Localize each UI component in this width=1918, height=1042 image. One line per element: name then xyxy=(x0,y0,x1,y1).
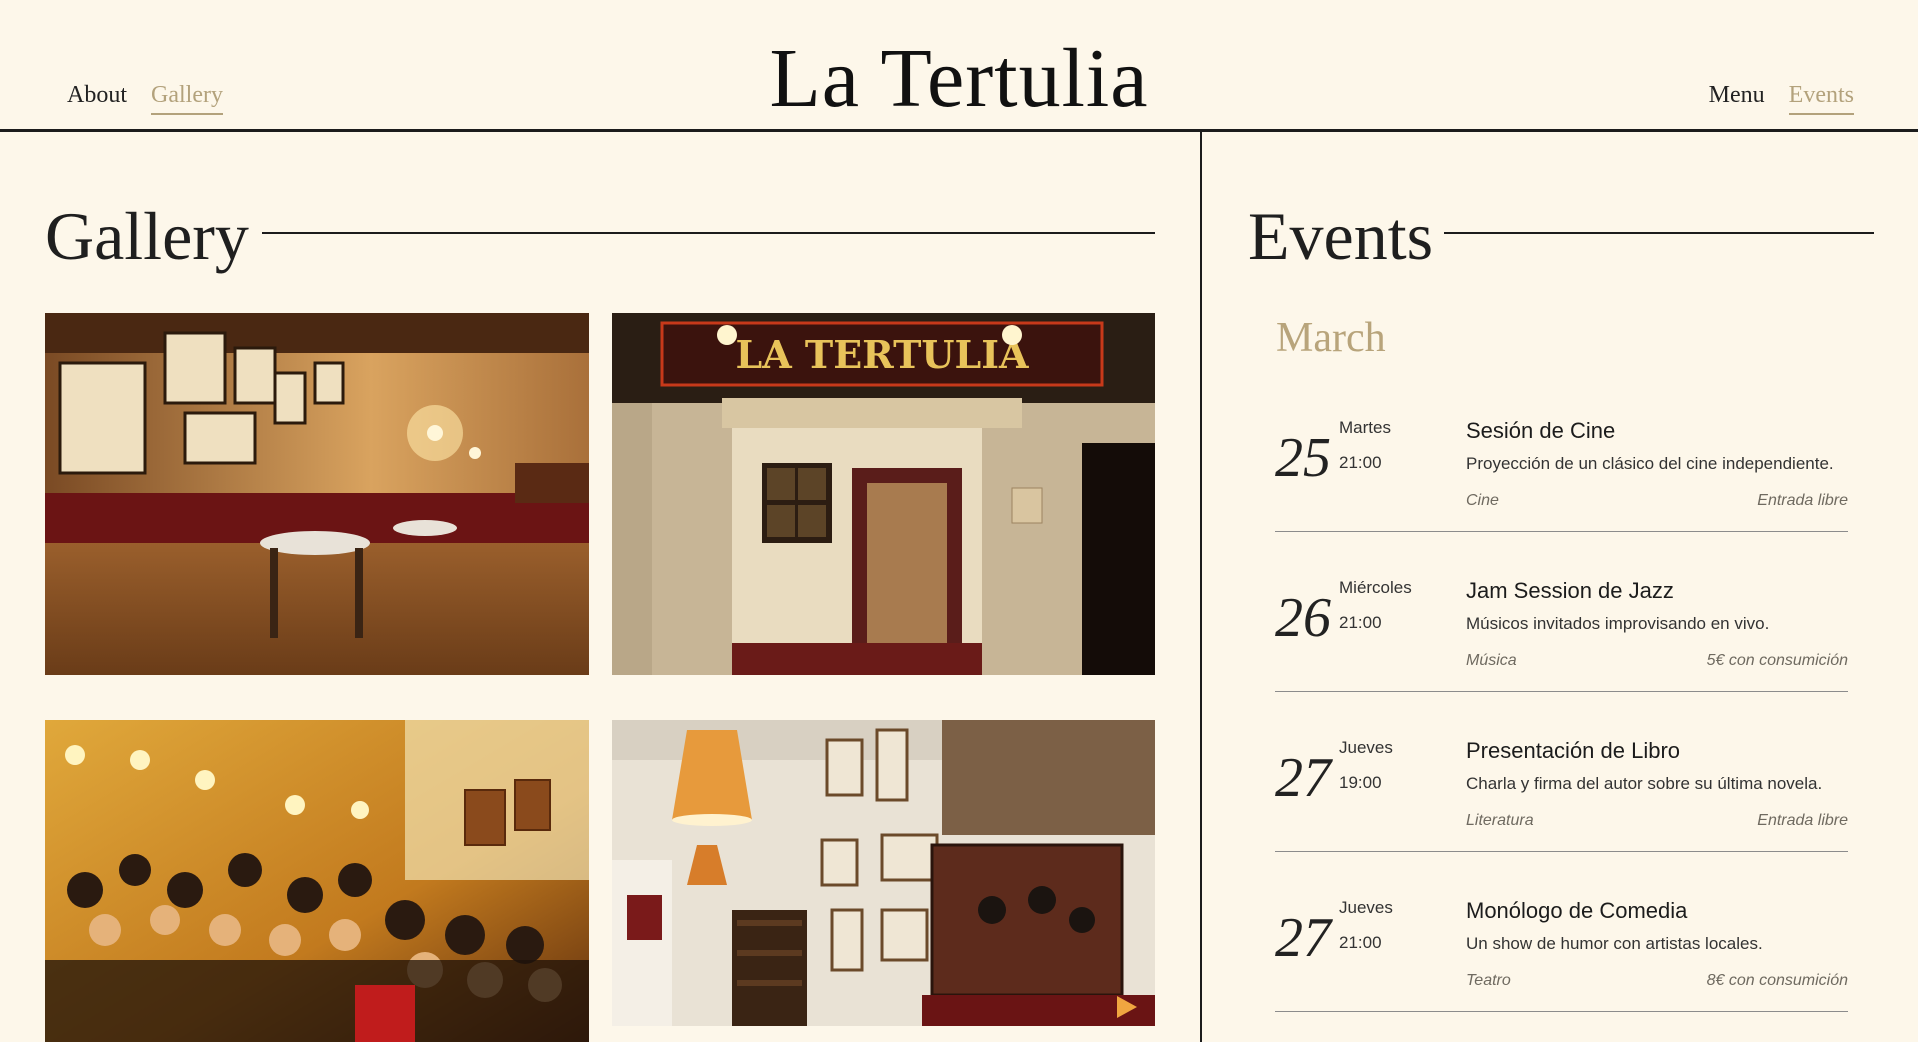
event-description: Proyección de un clásico del cine indepe… xyxy=(1466,454,1834,473)
events-title: Events xyxy=(1248,198,1434,274)
event-time: 21:00 xyxy=(1339,453,1382,472)
event-name: Sesión de Cine xyxy=(1466,418,1616,443)
event-item[interactable]: 27 Jueves 19:00 Presentación de Libro Ch… xyxy=(1275,728,1848,888)
event-category: Cine xyxy=(1466,492,1499,509)
event-price: 5€ con consumición xyxy=(1706,652,1848,669)
event-time: 21:00 xyxy=(1339,613,1382,632)
event-weekday: Martes xyxy=(1339,418,1391,437)
event-category: Música xyxy=(1466,652,1517,669)
event-description: Músicos invitados improvisando en vivo. xyxy=(1466,614,1770,633)
wall-art-lamp-photo[interactable] xyxy=(612,720,1155,1026)
bar-interior-photo[interactable] xyxy=(45,313,589,675)
site-logo[interactable]: La Tertulia xyxy=(0,30,1918,127)
event-price: Entrada libre xyxy=(1757,492,1848,509)
gallery-title: Gallery xyxy=(45,198,249,274)
event-name: Monólogo de Comedia xyxy=(1466,898,1688,923)
event-category: Teatro xyxy=(1466,972,1511,989)
nav-menu-link[interactable]: Menu xyxy=(1709,82,1765,115)
event-item[interactable]: 26 Miércoles 21:00 Jam Session de Jazz M… xyxy=(1275,568,1848,728)
event-weekday: Jueves xyxy=(1339,898,1393,917)
event-time: 19:00 xyxy=(1339,773,1382,792)
event-day: 25 xyxy=(1275,427,1331,489)
gallery-title-rule xyxy=(262,232,1155,234)
event-item[interactable]: 27 Jueves 21:00 Monólogo de Comedia Un s… xyxy=(1275,888,1848,1042)
nav-events-link[interactable]: Events xyxy=(1788,82,1854,115)
storefront-sign-text: LA TERTULIA xyxy=(736,332,1029,377)
event-name: Presentación de Libro xyxy=(1466,738,1681,763)
event-description: Charla y firma del autor sobre su última… xyxy=(1466,774,1823,793)
event-divider xyxy=(1275,691,1848,692)
event-price: Entrada libre xyxy=(1757,812,1848,829)
event-name: Jam Session de Jazz xyxy=(1466,578,1674,603)
event-divider xyxy=(1275,1011,1848,1012)
events-month: March xyxy=(1276,315,1386,361)
crowd-event-photo[interactable] xyxy=(45,720,589,1042)
column-divider xyxy=(1200,132,1202,1042)
event-day: 26 xyxy=(1275,587,1331,649)
event-day: 27 xyxy=(1275,907,1331,969)
event-category: Literatura xyxy=(1466,812,1534,829)
event-divider xyxy=(1275,851,1848,852)
event-time: 21:00 xyxy=(1339,933,1382,952)
site-header: About Gallery La Tertulia Menu Events xyxy=(0,0,1918,132)
event-day: 27 xyxy=(1275,747,1331,809)
event-weekday: Miércoles xyxy=(1339,578,1412,597)
event-divider xyxy=(1275,531,1848,532)
event-description: Un show de humor con artistas locales. xyxy=(1466,934,1763,953)
storefront-entrance-photo[interactable]: LA TERTULIA xyxy=(612,313,1155,675)
event-weekday: Jueves xyxy=(1339,738,1393,757)
event-item[interactable]: 25 Martes 21:00 Sesión de Cine Proyecció… xyxy=(1275,408,1848,568)
event-price: 8€ con consumición xyxy=(1706,972,1848,989)
nav-right: Menu Events xyxy=(1709,82,1854,115)
events-title-rule xyxy=(1444,232,1874,234)
